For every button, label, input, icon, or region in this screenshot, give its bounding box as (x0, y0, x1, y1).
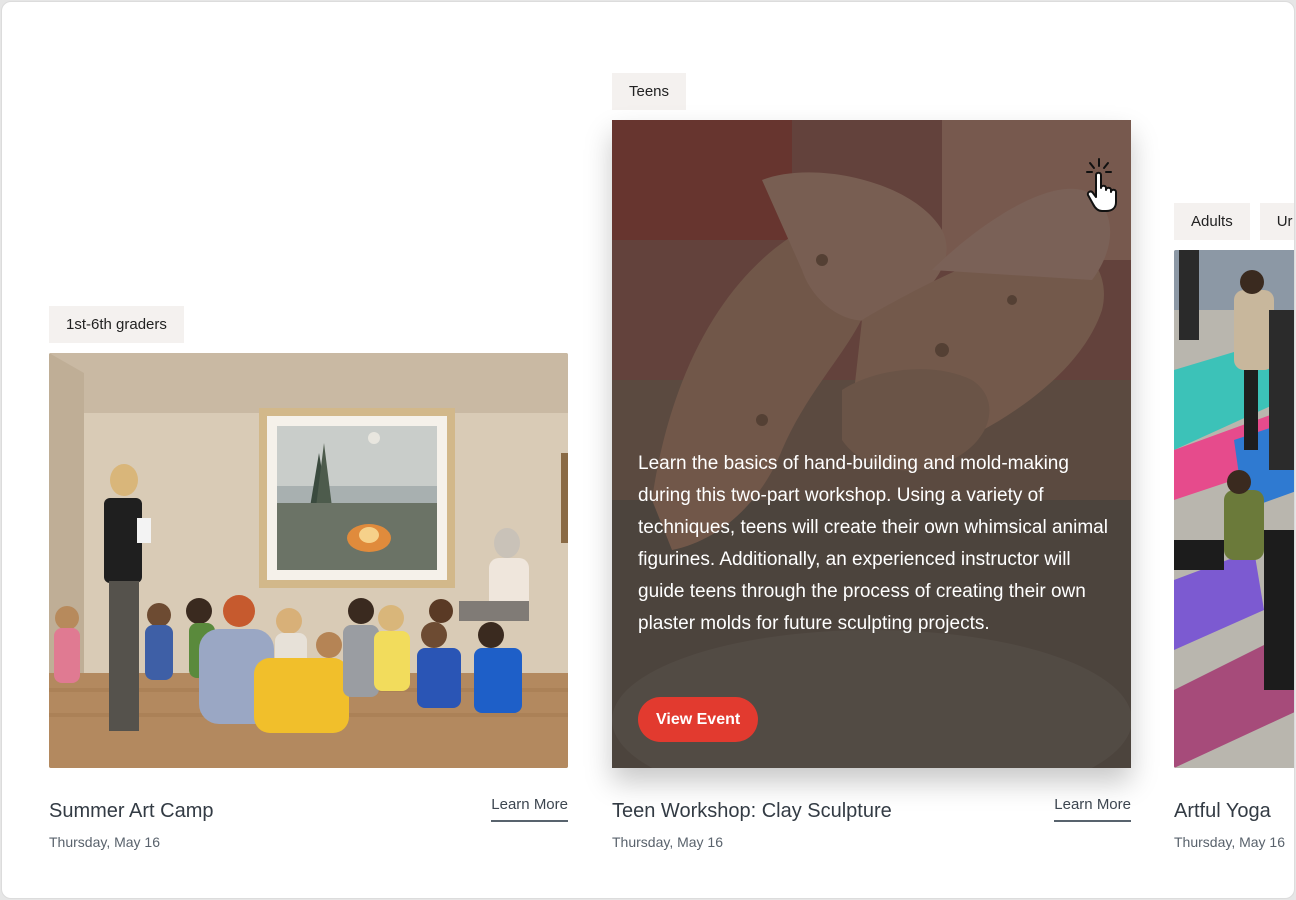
view-event-button[interactable]: View Event (638, 697, 759, 742)
image-overlay (612, 120, 1131, 768)
event-image[interactable] (1174, 250, 1294, 768)
audience-tag[interactable]: Teens (612, 73, 687, 110)
audience-tag[interactable]: 1st-6th graders (49, 306, 184, 343)
learn-more-link[interactable]: Learn More (1054, 796, 1131, 822)
gallery-photo (49, 353, 568, 768)
event-date: Thursday, May 16 (1174, 834, 1286, 850)
audience-tag[interactable]: Ur (1259, 203, 1294, 240)
event-card-teen-workshop: Teens Learn the basics of hand-building … (612, 73, 1131, 866)
event-image[interactable] (49, 353, 568, 768)
event-description: Learn the basics of hand-building and mo… (638, 453, 1108, 634)
tag-list: Teens (612, 73, 687, 110)
audience-tag[interactable]: Adults (1174, 203, 1250, 240)
event-date: Thursday, May 16 (49, 834, 161, 850)
event-date: Thursday, May 16 (612, 834, 724, 850)
events-carousel: 1st-6th graders Summer Art Camp Learn Mo… (1, 1, 1295, 899)
learn-more-link[interactable]: Learn More (491, 796, 568, 822)
event-card-summer-art-camp: 1st-6th graders Summer Art Camp Learn Mo… (49, 306, 568, 866)
yoga-photo (1174, 250, 1294, 768)
hand-pointer-icon (1086, 158, 1117, 212)
tag-list: Adults Ur (1174, 203, 1294, 240)
event-title[interactable]: Artful Yoga (1174, 800, 1271, 823)
event-title[interactable]: Teen Workshop: Clay Sculpture (612, 800, 892, 823)
event-image[interactable] (612, 120, 1131, 768)
event-title[interactable]: Summer Art Camp (49, 800, 213, 823)
event-card-artful-yoga: Adults Ur Artful Yoga Thursday, May 16 (1174, 203, 1294, 866)
tag-list: 1st-6th graders (49, 306, 184, 343)
